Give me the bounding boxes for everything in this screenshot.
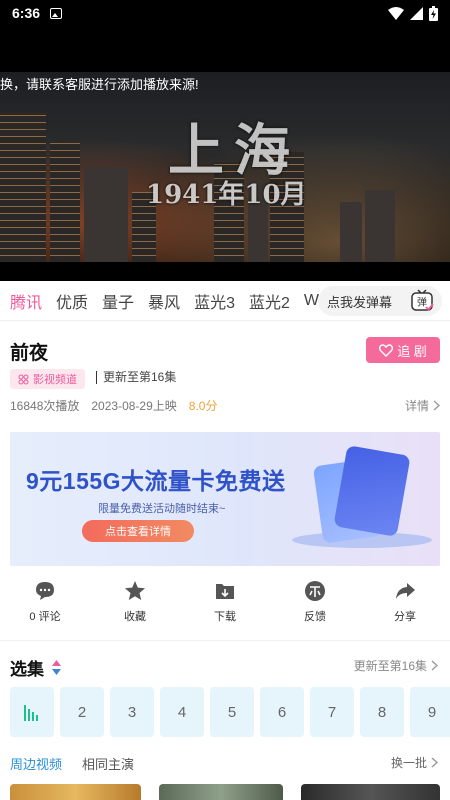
channel-label: 影视频道 [33, 374, 77, 386]
banner-button[interactable]: 点击查看详情 [82, 520, 194, 542]
episode-item-playing[interactable] [10, 687, 54, 737]
grid-icon [18, 374, 29, 384]
download-label: 下载 [214, 611, 236, 623]
battery-icon [429, 5, 438, 21]
episode-item[interactable]: 8 [360, 687, 404, 737]
comment-label: 0 评论 [29, 611, 61, 623]
share-button[interactable]: 分享 [360, 580, 450, 630]
share-icon [396, 583, 415, 599]
share-label: 分享 [394, 611, 416, 623]
source-tab-bluray3[interactable]: 蓝光3 [194, 289, 235, 313]
section-divider [0, 640, 450, 641]
related-thumbnails [10, 784, 440, 800]
channel-badge[interactable]: 影视频道 [10, 369, 85, 389]
source-tab-tencent[interactable]: 腾讯 [10, 289, 42, 313]
follow-label: 追 剧 [397, 343, 427, 359]
ad-banner[interactable]: 9元155G大流量卡免费送 限量免费送活动随时结束~ 点击查看详情 [10, 432, 440, 566]
source-tab-baofeng[interactable]: 暴风 [148, 289, 180, 313]
feedback-icon [305, 581, 325, 601]
episode-item[interactable]: 9 [410, 687, 450, 737]
status-time: 6:36 [12, 5, 41, 21]
favorite-label: 收藏 [124, 611, 146, 623]
episode-update-link[interactable]: 更新至第16集 [354, 657, 438, 674]
chevron-right-icon [431, 757, 438, 768]
episode-item[interactable]: 7 [310, 687, 354, 737]
follow-button[interactable]: 追 剧 [366, 337, 440, 363]
danmaku-icon[interactable]: 弹 [410, 289, 434, 313]
sort-icon[interactable] [52, 660, 61, 675]
banner-subtitle: 限量免费送活动随时结束~ [98, 503, 226, 515]
episode-item[interactable]: 6 [260, 687, 304, 737]
refresh-batch-label: 换一批 [390, 756, 427, 770]
refresh-batch-link[interactable]: 换一批 [391, 754, 438, 771]
chevron-right-icon [433, 400, 440, 411]
episode-item[interactable]: 3 [110, 687, 154, 737]
related-thumbnail[interactable] [10, 784, 141, 800]
banner-title: 9元155G大流量卡免费送 [26, 468, 286, 494]
favorite-button[interactable]: 收藏 [90, 580, 180, 630]
comment-icon [36, 582, 54, 600]
tab-nearby-videos[interactable]: 周边视频 [10, 754, 62, 773]
play-count: 16848次播放 [10, 399, 80, 413]
download-icon [216, 584, 234, 599]
source-tab-quality[interactable]: 优质 [56, 289, 88, 313]
action-bar: 0 评论 收藏 下载 反馈 分享 [0, 580, 450, 630]
sim-card-illustration-front [333, 445, 411, 537]
signal-icon [410, 6, 423, 20]
related-thumbnail[interactable] [159, 784, 283, 800]
score: 8.0分 [188, 399, 218, 413]
detail-link[interactable]: 详情 [405, 397, 440, 414]
related-tabs: 周边视频 相同主演 [10, 754, 134, 773]
video-player[interactable]: 换，请联系客服进行添加播放来源! 上海 1941年10月 [0, 26, 450, 281]
source-tabs: 腾讯 优质 量子 暴风 蓝光3 蓝光2 WPa [0, 289, 320, 313]
tab-same-cast[interactable]: 相同主演 [82, 754, 134, 773]
download-button[interactable]: 下载 [180, 580, 270, 630]
episode-item[interactable]: 2 [60, 687, 104, 737]
feedback-label: 反馈 [304, 611, 326, 623]
wifi-icon [388, 6, 404, 20]
danmaku-input[interactable]: 点我发弹幕 弹 [318, 286, 442, 316]
episode-section-title[interactable]: 选集 [10, 655, 61, 680]
danmaku-placeholder: 点我发弹幕 [327, 294, 393, 310]
meta-row: 16848次播放 2023-08-29上映 8.0分 详情 [10, 397, 440, 414]
episode-title-label: 选集 [10, 660, 44, 679]
heart-icon [379, 343, 394, 357]
release-date: 2023-08-29上映 [91, 399, 177, 413]
svg-text:弹: 弹 [417, 296, 427, 309]
status-bar: 6:36 [0, 0, 450, 26]
update-status: 更新至第16集 [96, 371, 176, 384]
feedback-button[interactable]: 反馈 [270, 580, 360, 630]
source-tab-liangzi[interactable]: 量子 [102, 289, 134, 313]
episode-update-label: 更新至第16集 [353, 659, 427, 673]
star-icon [125, 581, 145, 600]
status-icons [388, 5, 438, 21]
related-thumbnail[interactable] [301, 784, 440, 800]
source-tab-bar: 腾讯 优质 量子 暴风 蓝光3 蓝光2 WPa 点我发弹幕 弹 [0, 281, 450, 321]
playing-bars-icon [24, 705, 38, 721]
episode-item[interactable]: 4 [160, 687, 204, 737]
chevron-right-icon [431, 660, 438, 671]
source-tab-bluray2[interactable]: 蓝光2 [249, 289, 290, 313]
video-notice: 换，请联系客服进行添加播放来源! [0, 77, 199, 92]
video-overlay-date: 1941年10月 [146, 180, 307, 210]
comment-button[interactable]: 0 评论 [0, 580, 90, 630]
detail-label: 详情 [404, 399, 429, 413]
image-notification-icon [50, 7, 63, 19]
episode-item[interactable]: 5 [210, 687, 254, 737]
episode-list: 2 3 4 5 6 7 8 9 [10, 687, 450, 737]
show-title: 前夜 [10, 343, 49, 364]
